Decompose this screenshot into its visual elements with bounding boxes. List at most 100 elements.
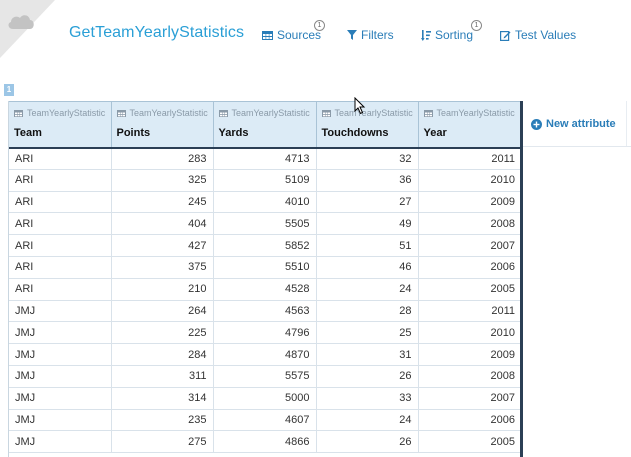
cell-team[interactable]: JMJ xyxy=(9,387,112,410)
cell-touchdowns[interactable]: 28 xyxy=(316,300,419,323)
cell-touchdowns[interactable]: 25 xyxy=(316,321,419,345)
cell-points[interactable]: 314 xyxy=(111,387,214,410)
cell-yards[interactable]: 4796 xyxy=(213,321,317,345)
cell-year[interactable]: 2011 xyxy=(418,147,520,170)
cell-points[interactable]: 325 xyxy=(111,169,214,192)
cell-points[interactable]: 427 xyxy=(111,234,214,257)
cell-yards[interactable]: 4713 xyxy=(213,147,317,170)
cell-yards[interactable]: 5109 xyxy=(213,169,317,192)
cell-year[interactable]: 2005 xyxy=(418,278,520,301)
cell-team[interactable]: JMJ xyxy=(9,343,112,366)
cell-year[interactable]: 2009 xyxy=(418,343,520,366)
cell-touchdowns[interactable]: 27 xyxy=(316,191,419,214)
test-values-label: Test Values xyxy=(515,28,577,42)
cell-yards[interactable]: 4528 xyxy=(213,278,317,301)
cell-yards[interactable]: 5505 xyxy=(213,212,317,236)
cell-team[interactable]: ARI xyxy=(9,147,112,170)
cell-year[interactable]: 2008 xyxy=(418,365,520,388)
cell-touchdowns[interactable]: 33 xyxy=(316,387,419,410)
cell-points[interactable]: 275 xyxy=(111,430,214,454)
table-row[interactable]: ARI 325 5109 36 2010 xyxy=(9,169,520,192)
cell-yards[interactable]: 4607 xyxy=(213,409,317,432)
table-row[interactable]: ARI 210 4528 24 2005 xyxy=(9,278,520,301)
cell-points[interactable]: 284 xyxy=(111,343,214,366)
new-attribute-label: New attribute xyxy=(546,118,616,130)
cell-team[interactable]: ARI xyxy=(9,212,112,236)
table-row[interactable]: JMJ 314 5000 33 2007 xyxy=(9,387,520,410)
cell-points[interactable]: 283 xyxy=(111,147,214,170)
cell-team[interactable]: JMJ xyxy=(9,321,112,345)
cell-yards[interactable]: 4870 xyxy=(213,343,317,366)
table-row[interactable]: JMJ 225 4796 25 2010 xyxy=(9,321,520,345)
cell-year[interactable]: 2006 xyxy=(418,256,520,279)
cell-team[interactable]: ARI xyxy=(9,256,112,279)
column-header-yards[interactable]: TeamYearlyStatistic Yards xyxy=(213,101,317,149)
cell-yards[interactable]: 5000 xyxy=(213,387,317,410)
cell-points[interactable]: 375 xyxy=(111,256,214,279)
cell-points[interactable]: 245 xyxy=(111,191,214,214)
cell-team[interactable]: ARI xyxy=(9,234,112,257)
column-header-team[interactable]: TeamYearlyStatistic Team xyxy=(9,101,112,149)
cell-year[interactable]: 2006 xyxy=(418,409,520,432)
cell-year[interactable]: 2009 xyxy=(418,191,520,214)
sort-icon xyxy=(421,29,431,41)
cell-year[interactable]: 2010 xyxy=(418,321,520,345)
cell-team[interactable]: ARI xyxy=(9,191,112,214)
cell-touchdowns[interactable]: 31 xyxy=(316,343,419,366)
cell-touchdowns[interactable]: 24 xyxy=(316,278,419,301)
cell-year[interactable]: 2010 xyxy=(418,169,520,192)
cell-touchdowns[interactable]: 32 xyxy=(316,147,419,170)
cell-year[interactable]: 2008 xyxy=(418,212,520,236)
cell-touchdowns[interactable]: 24 xyxy=(316,409,419,432)
table-row[interactable]: ARI 283 4713 32 2011 xyxy=(9,147,520,170)
cell-touchdowns[interactable]: 26 xyxy=(316,365,419,388)
cell-team[interactable]: JMJ xyxy=(9,409,112,432)
table-row[interactable]: JMJ 264 4563 28 2011 xyxy=(9,300,520,323)
cell-year[interactable]: 2011 xyxy=(418,300,520,323)
column-header-points[interactable]: TeamYearlyStatistic Points xyxy=(111,101,214,149)
cell-team[interactable]: JMJ xyxy=(9,430,112,454)
table-row[interactable]: JMJ 311 5575 26 2008 xyxy=(9,365,520,388)
table-row[interactable]: ARI 245 4010 27 2009 xyxy=(9,191,520,214)
cell-yards[interactable]: 4010 xyxy=(213,191,317,214)
filters-button[interactable]: Filters xyxy=(347,28,394,42)
cell-touchdowns[interactable]: 26 xyxy=(316,430,419,454)
cell-yards[interactable]: 5510 xyxy=(213,256,317,279)
cell-points[interactable]: 404 xyxy=(111,212,214,236)
cell-yards[interactable]: 4563 xyxy=(213,300,317,323)
cell-points[interactable]: 210 xyxy=(111,278,214,301)
sources-button[interactable]: Sources 1 xyxy=(262,20,325,42)
cell-year[interactable]: 2007 xyxy=(418,387,520,410)
table-row[interactable]: JMJ 275 4866 26 2005 xyxy=(9,430,520,454)
cell-team[interactable]: ARI xyxy=(9,278,112,301)
cell-touchdowns[interactable]: 36 xyxy=(316,169,419,192)
cell-touchdowns[interactable]: 51 xyxy=(316,234,419,257)
cell-team[interactable]: JMJ xyxy=(9,365,112,388)
table-row[interactable]: ARI 404 5505 49 2008 xyxy=(9,212,520,236)
cell-points[interactable]: 235 xyxy=(111,409,214,432)
table-row[interactable]: JMJ 235 4607 24 2006 xyxy=(9,409,520,432)
cell-year[interactable]: 2007 xyxy=(418,234,520,257)
new-attribute-button[interactable]: New attribute xyxy=(531,118,616,130)
table-row[interactable]: JMJ 284 4870 31 2009 xyxy=(9,343,520,366)
cell-team[interactable]: JMJ xyxy=(9,300,112,323)
test-values-button[interactable]: Test Values xyxy=(500,28,576,42)
table-icon xyxy=(321,109,331,117)
column-header-year[interactable]: TeamYearlyStatistic Year xyxy=(418,101,520,149)
cell-year[interactable]: 2005 xyxy=(418,430,520,454)
column-header-touchdowns[interactable]: TeamYearlyStatistic Touchdowns xyxy=(316,101,419,149)
grid-marker: 1 xyxy=(4,84,14,96)
cell-yards[interactable]: 4866 xyxy=(213,430,317,454)
table-row[interactable]: ARI 375 5510 46 2006 xyxy=(9,256,520,279)
cell-yards[interactable]: 5852 xyxy=(213,234,317,257)
cell-points[interactable]: 264 xyxy=(111,300,214,323)
sorting-button[interactable]: Sorting 1 xyxy=(421,20,482,42)
cell-team[interactable]: ARI xyxy=(9,169,112,192)
table-icon xyxy=(423,109,433,117)
cell-yards[interactable]: 5575 xyxy=(213,365,317,388)
cell-touchdowns[interactable]: 49 xyxy=(316,212,419,236)
cell-touchdowns[interactable]: 46 xyxy=(316,256,419,279)
cell-points[interactable]: 311 xyxy=(111,365,214,388)
cell-points[interactable]: 225 xyxy=(111,321,214,345)
table-row[interactable]: ARI 427 5852 51 2007 xyxy=(9,234,520,257)
